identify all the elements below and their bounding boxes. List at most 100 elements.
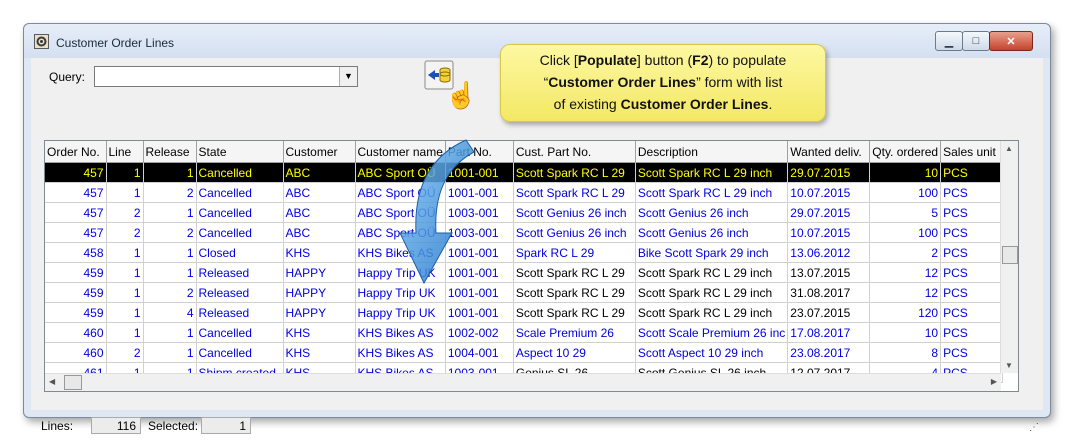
table-cell[interactable]: ABC Sport OÜ <box>355 202 446 223</box>
table-cell[interactable]: 459 <box>45 262 107 283</box>
table-cell[interactable]: PCS <box>940 222 1004 243</box>
column-header[interactable]: Customer <box>283 141 356 163</box>
table-cell[interactable]: 12 <box>869 262 942 283</box>
table-cell[interactable]: 4 <box>143 302 197 323</box>
table-cell[interactable]: 100 <box>869 182 942 203</box>
table-cell[interactable]: KHS <box>283 242 356 263</box>
table-cell[interactable]: 457 <box>45 182 107 203</box>
column-header[interactable]: Wanted deliv. <box>787 141 871 163</box>
table-cell[interactable]: Scott Spark RC L 29 inch <box>635 302 789 323</box>
table-cell[interactable]: 100 <box>869 222 942 243</box>
table-cell[interactable]: 1001-001 <box>445 182 514 203</box>
table-cell[interactable]: 23.08.2017 <box>787 342 871 363</box>
table-cell[interactable]: 1002-002 <box>445 322 514 343</box>
table-cell[interactable]: ABC <box>283 222 356 243</box>
table-cell[interactable]: ABC Sport OÜ <box>355 222 446 243</box>
table-cell[interactable]: PCS <box>940 282 1004 303</box>
table-row[interactable]: 459 1 1 Released HAPPY Happy Trip UK 1001-001 S… <box>45 262 1004 283</box>
order-lines-grid[interactable]: Order No. Line Release State Customer Cu… <box>44 140 1019 392</box>
table-row[interactable]: 457 1 2 Cancelled ABC ABC Sport OÜ 1001-001 Sco… <box>45 182 1004 203</box>
table-cell[interactable]: Cancelled <box>196 342 284 363</box>
table-row[interactable]: 457 2 2 Cancelled ABC ABC Sport OÜ 1003-001 Sco… <box>45 222 1004 243</box>
table-cell[interactable]: Cancelled <box>196 222 284 243</box>
table-cell[interactable]: 1 <box>143 162 197 183</box>
column-header[interactable]: Release <box>143 141 197 163</box>
table-cell[interactable]: 1 <box>106 242 144 263</box>
table-cell[interactable]: ABC <box>283 162 356 183</box>
table-cell[interactable]: ABC Sport OÜ <box>355 162 446 183</box>
table-row[interactable]: 459 1 2 Released HAPPY Happy Trip UK 1001-001 S… <box>45 282 1004 303</box>
table-cell[interactable]: Happy Trip UK <box>355 262 446 283</box>
table-cell[interactable]: Cancelled <box>196 182 284 203</box>
table-cell[interactable]: 459 <box>45 282 107 303</box>
close-button[interactable]: ✕ <box>989 31 1033 51</box>
table-cell[interactable]: Scott Genius 26 inch <box>513 202 636 223</box>
table-cell[interactable]: 1 <box>143 262 197 283</box>
resize-grip-icon[interactable]: ⋰ <box>1029 422 1039 433</box>
table-cell[interactable]: 459 <box>45 302 107 323</box>
table-row[interactable]: 457 2 1 Cancelled ABC ABC Sport OÜ 1003-001 Sco… <box>45 202 1004 223</box>
table-cell[interactable]: PCS <box>940 182 1004 203</box>
table-cell[interactable]: Released <box>196 302 284 323</box>
table-row[interactable]: 457 1 1 Cancelled ABC ABC Sport OÜ 1001-001 Sco… <box>45 162 1004 183</box>
table-cell[interactable]: 1 <box>106 302 144 323</box>
table-cell[interactable]: 5 <box>869 202 942 223</box>
scroll-left-icon[interactable]: ◀ <box>49 377 55 386</box>
column-header[interactable]: Customer name <box>355 141 446 163</box>
table-cell[interactable]: PCS <box>940 242 1004 263</box>
table-cell[interactable]: ABC Sport OÜ <box>355 182 446 203</box>
table-cell[interactable]: 8 <box>869 342 942 363</box>
table-cell[interactable]: Scott Spark RC L 29 inch <box>635 162 789 183</box>
table-cell[interactable]: 1 <box>143 242 197 263</box>
table-cell[interactable]: Released <box>196 262 284 283</box>
table-cell[interactable]: PCS <box>940 322 1004 343</box>
table-cell[interactable]: 31.08.2017 <box>787 282 871 303</box>
column-header[interactable]: State <box>196 141 284 163</box>
table-cell[interactable]: ABC <box>283 202 356 223</box>
table-cell[interactable]: Scott Spark RC L 29 inch <box>635 282 789 303</box>
table-row[interactable]: 460 2 1 Cancelled KHS KHS Bikes AS 1004-001 Asp… <box>45 342 1004 363</box>
table-cell[interactable]: PCS <box>940 342 1004 363</box>
table-cell[interactable]: 458 <box>45 242 107 263</box>
table-cell[interactable]: 2 <box>143 282 197 303</box>
scroll-down-icon[interactable]: ▼ <box>1005 361 1013 370</box>
table-cell[interactable]: 460 <box>45 342 107 363</box>
table-cell[interactable]: 120 <box>869 302 942 323</box>
table-cell[interactable]: KHS <box>283 342 356 363</box>
table-cell[interactable]: 17.08.2017 <box>787 322 871 343</box>
table-cell[interactable]: PCS <box>940 202 1004 223</box>
table-cell[interactable]: 1001-001 <box>445 242 514 263</box>
column-header[interactable]: Line <box>106 141 144 163</box>
table-cell[interactable]: 10 <box>869 322 942 343</box>
table-cell[interactable]: 10.07.2015 <box>787 182 871 203</box>
table-cell[interactable]: 1001-001 <box>445 302 514 323</box>
table-cell[interactable]: Scott Genius 26 inch <box>635 202 789 223</box>
table-cell[interactable]: Cancelled <box>196 322 284 343</box>
scroll-right-icon[interactable]: ▶ <box>991 377 997 386</box>
table-cell[interactable]: Aspect 10 29 <box>513 342 636 363</box>
table-cell[interactable]: 457 <box>45 222 107 243</box>
table-cell[interactable]: Closed <box>196 242 284 263</box>
table-cell[interactable]: 23.07.2015 <box>787 302 871 323</box>
table-cell[interactable]: HAPPY <box>283 302 356 323</box>
table-cell[interactable]: Scale Premium 26 <box>513 322 636 343</box>
table-cell[interactable]: 1 <box>106 262 144 283</box>
table-cell[interactable]: 10.07.2015 <box>787 222 871 243</box>
table-cell[interactable]: 2 <box>106 222 144 243</box>
table-cell[interactable]: 1001-001 <box>445 162 514 183</box>
table-cell[interactable]: 2 <box>106 202 144 223</box>
column-header[interactable]: Description <box>635 141 789 163</box>
table-cell[interactable]: Scott Spark RC L 29 <box>513 282 636 303</box>
table-cell[interactable]: 1 <box>106 182 144 203</box>
table-cell[interactable]: PCS <box>940 162 1004 183</box>
table-cell[interactable]: 1001-001 <box>445 262 514 283</box>
table-cell[interactable]: 457 <box>45 202 107 223</box>
table-cell[interactable]: Scott Scale Premium 26 inc <box>635 322 789 343</box>
table-cell[interactable]: 29.07.2015 <box>787 202 871 223</box>
table-cell[interactable]: 1 <box>106 282 144 303</box>
table-cell[interactable]: 1 <box>143 322 197 343</box>
table-cell[interactable]: 460 <box>45 322 107 343</box>
table-cell[interactable]: Scott Spark RC L 29 inch <box>635 262 789 283</box>
table-cell[interactable]: ABC <box>283 182 356 203</box>
table-cell[interactable]: 12 <box>869 282 942 303</box>
